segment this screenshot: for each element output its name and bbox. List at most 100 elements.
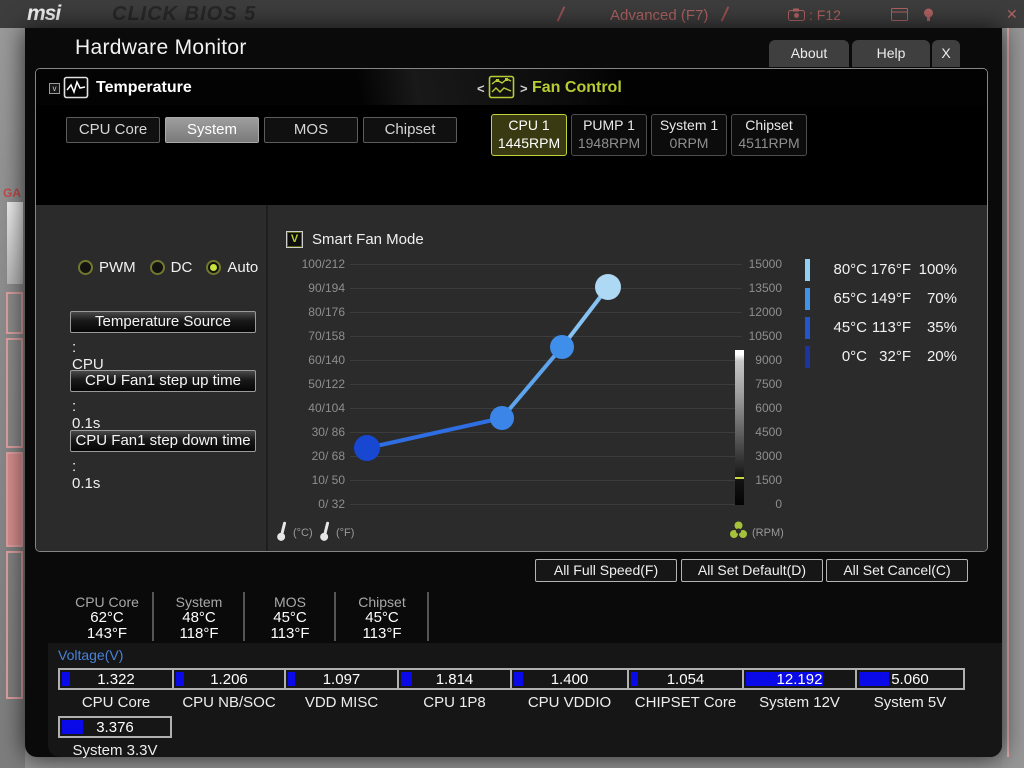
fan-tab-system-1[interactable]: System 1 0RPM [651, 114, 727, 156]
rpm-axis-tick: 13500 [748, 281, 782, 295]
rpm-axis-tick: 3000 [755, 449, 782, 463]
voltage-label: System 5V [873, 694, 947, 711]
bell-icon [924, 8, 933, 21]
fan-curve-point-1[interactable] [354, 435, 380, 461]
curve-table-row: 0°C 32°F 20% [805, 342, 957, 371]
fan-tab-cpu-1[interactable]: CPU 1 1445RPM [491, 114, 567, 156]
fan-curve-point-2[interactable] [490, 406, 514, 430]
radio-label: Auto [227, 259, 259, 276]
fan-tab-chipset[interactable]: Chipset 4511RPM [731, 114, 807, 156]
radio-label: DC [170, 259, 193, 276]
curve-percent: 100% [918, 261, 957, 278]
curve-temp-f: 149°F [870, 290, 911, 307]
voltage-value: 5.060 [891, 671, 929, 688]
about-button[interactable]: About [769, 40, 849, 67]
fan-tab-pump-1[interactable]: PUMP 1 1948RPM [571, 114, 647, 156]
curve-color-bar [805, 258, 810, 281]
voltage-gauge-cpu-vddio: 1.400 CPU VDDIO [510, 668, 627, 711]
voltage-rail-end [170, 716, 172, 738]
fan-curve-point-4[interactable] [595, 274, 621, 300]
cpu-fan1-step-up-time-value: : 0.1s [72, 398, 101, 432]
readout-divider [427, 592, 429, 641]
fan-curve-table: 80°C 176°F 100% 65°C 149°F 70% 45°C 113°F 35% 0°C… [805, 255, 957, 371]
all-full-speed-f-button[interactable]: All Full Speed(F) [535, 559, 677, 582]
prev-section-arrow[interactable]: < [477, 81, 485, 96]
curve-percent: 70% [926, 290, 957, 307]
decor-slash [720, 6, 730, 22]
rpm-axis-tick: 6000 [755, 401, 782, 415]
readout-label: System [175, 594, 223, 610]
bios-side-box [6, 452, 23, 547]
smart-fan-checkbox[interactable]: V [286, 231, 303, 248]
curve-temp-c: 0°C [841, 348, 867, 365]
bios-product-text: CLICK BIOS 5 [112, 3, 257, 25]
fan-tab-name: PUMP 1 [583, 117, 635, 133]
readout-system: System 48°C 118°F [155, 594, 243, 642]
fan-rpm-icon [730, 521, 747, 538]
cpu-fan1-step-up-time-button[interactable]: CPU Fan1 step up time [70, 370, 256, 392]
help-button[interactable]: Help [852, 40, 930, 67]
fan-curve-point-3[interactable] [550, 335, 574, 359]
fan-tabs: CPU 1 1445RPM PUMP 1 1948RPM System 1 0RPM Chi… [491, 114, 807, 156]
fahrenheit-axis-label: (°F) [336, 527, 355, 539]
all-set-default-d-button[interactable]: All Set Default(D) [681, 559, 823, 582]
bios-side-box [6, 551, 23, 699]
voltage-rail-end [963, 668, 965, 690]
fan-tab-rpm: 1445RPM [497, 135, 561, 151]
curve-table-row: 80°C 176°F 100% [805, 255, 957, 284]
voltage-gauge-chipset-core: 1.054 CHIPSET Core [627, 668, 742, 711]
readout-celsius: 45°C [365, 609, 399, 626]
cpu-fan1-step-down-time-value: : 0.1s [72, 458, 101, 492]
temperature-tab-system[interactable]: System [165, 117, 259, 143]
voltage-label: System 3.3V [72, 742, 158, 759]
celsius-axis-label: (°C) [293, 527, 313, 539]
next-section-arrow[interactable]: > [520, 81, 528, 96]
curve-table-row: 45°C 113°F 35% [805, 313, 957, 342]
close-button[interactable]: X [932, 40, 960, 67]
voltage-gauge-system-5v: 5.060 System 5V [855, 668, 963, 711]
readout-label: CPU Core [75, 594, 139, 610]
voltage-value: 1.400 [550, 671, 589, 688]
fan-mode-pwm[interactable]: PWM [78, 259, 136, 276]
rpm-axis-tick: 0 [775, 497, 782, 511]
readout-fahrenheit: 113°F [270, 625, 310, 642]
fan-tab-name: CPU 1 [508, 117, 550, 133]
fan-mode-dc[interactable]: DC [149, 259, 193, 276]
readout-chipset: Chipset 45°C 113°F [338, 594, 426, 642]
fan-curve-segment [500, 345, 564, 420]
voltage-gauge-cpu-core: 1.322 CPU Core [58, 668, 172, 711]
advanced-mode-label: Advanced (F7) [610, 7, 709, 24]
readout-mos: MOS 45°C 113°F [246, 594, 334, 642]
curve-percent: 20% [926, 348, 957, 365]
current-rpm-gauge [735, 350, 744, 505]
voltage-value: 3.376 [96, 719, 134, 736]
cpu-fan1-step-down-time-button[interactable]: CPU Fan1 step down time [70, 430, 256, 452]
temperature-tab-cpu-core[interactable]: CPU Core [66, 117, 160, 143]
voltage-value: 1.054 [666, 671, 705, 688]
readout-label: Chipset [358, 594, 406, 610]
voltage-value: 1.097 [322, 671, 361, 688]
bios-side-box [6, 292, 23, 334]
bios-right-accent [1007, 28, 1009, 757]
temperature-tab-mos[interactable]: MOS [264, 117, 358, 143]
voltage-gauge-system-12v: 12.192 System 12V [742, 668, 855, 711]
screenshot-hotkey-label: : F12 [809, 7, 841, 23]
bios-side-box [6, 338, 23, 448]
temperature-tab-chipset[interactable]: Chipset [363, 117, 457, 143]
collapse-box-icon[interactable]: v [49, 83, 60, 94]
all-set-cancel-c-button[interactable]: All Set Cancel(C) [826, 559, 968, 582]
temperature-source-button[interactable]: Temperature Source [70, 311, 256, 333]
close-bios-icon: ✕ [1006, 6, 1018, 22]
rpm-axis-tick: 1500 [755, 473, 782, 487]
voltage-gauge-cpu-nb-soc: 1.206 CPU NB/SOC [172, 668, 284, 711]
fan-curve-segment [365, 416, 504, 450]
fan-mode-auto[interactable]: Auto [206, 259, 258, 276]
bios-top-bar: msi CLICK BIOS 5 Advanced (F7) : F12 ✕ [0, 0, 1024, 28]
radio-icon [78, 260, 93, 275]
curve-color-bar [805, 287, 810, 310]
fan-tab-rpm: 0RPM [669, 135, 709, 151]
readout-celsius: 48°C [182, 609, 216, 626]
readout-fahrenheit: 143°F [86, 625, 128, 642]
rpm-axis-tick: 9000 [755, 353, 782, 367]
fan-control-icon [488, 75, 515, 99]
